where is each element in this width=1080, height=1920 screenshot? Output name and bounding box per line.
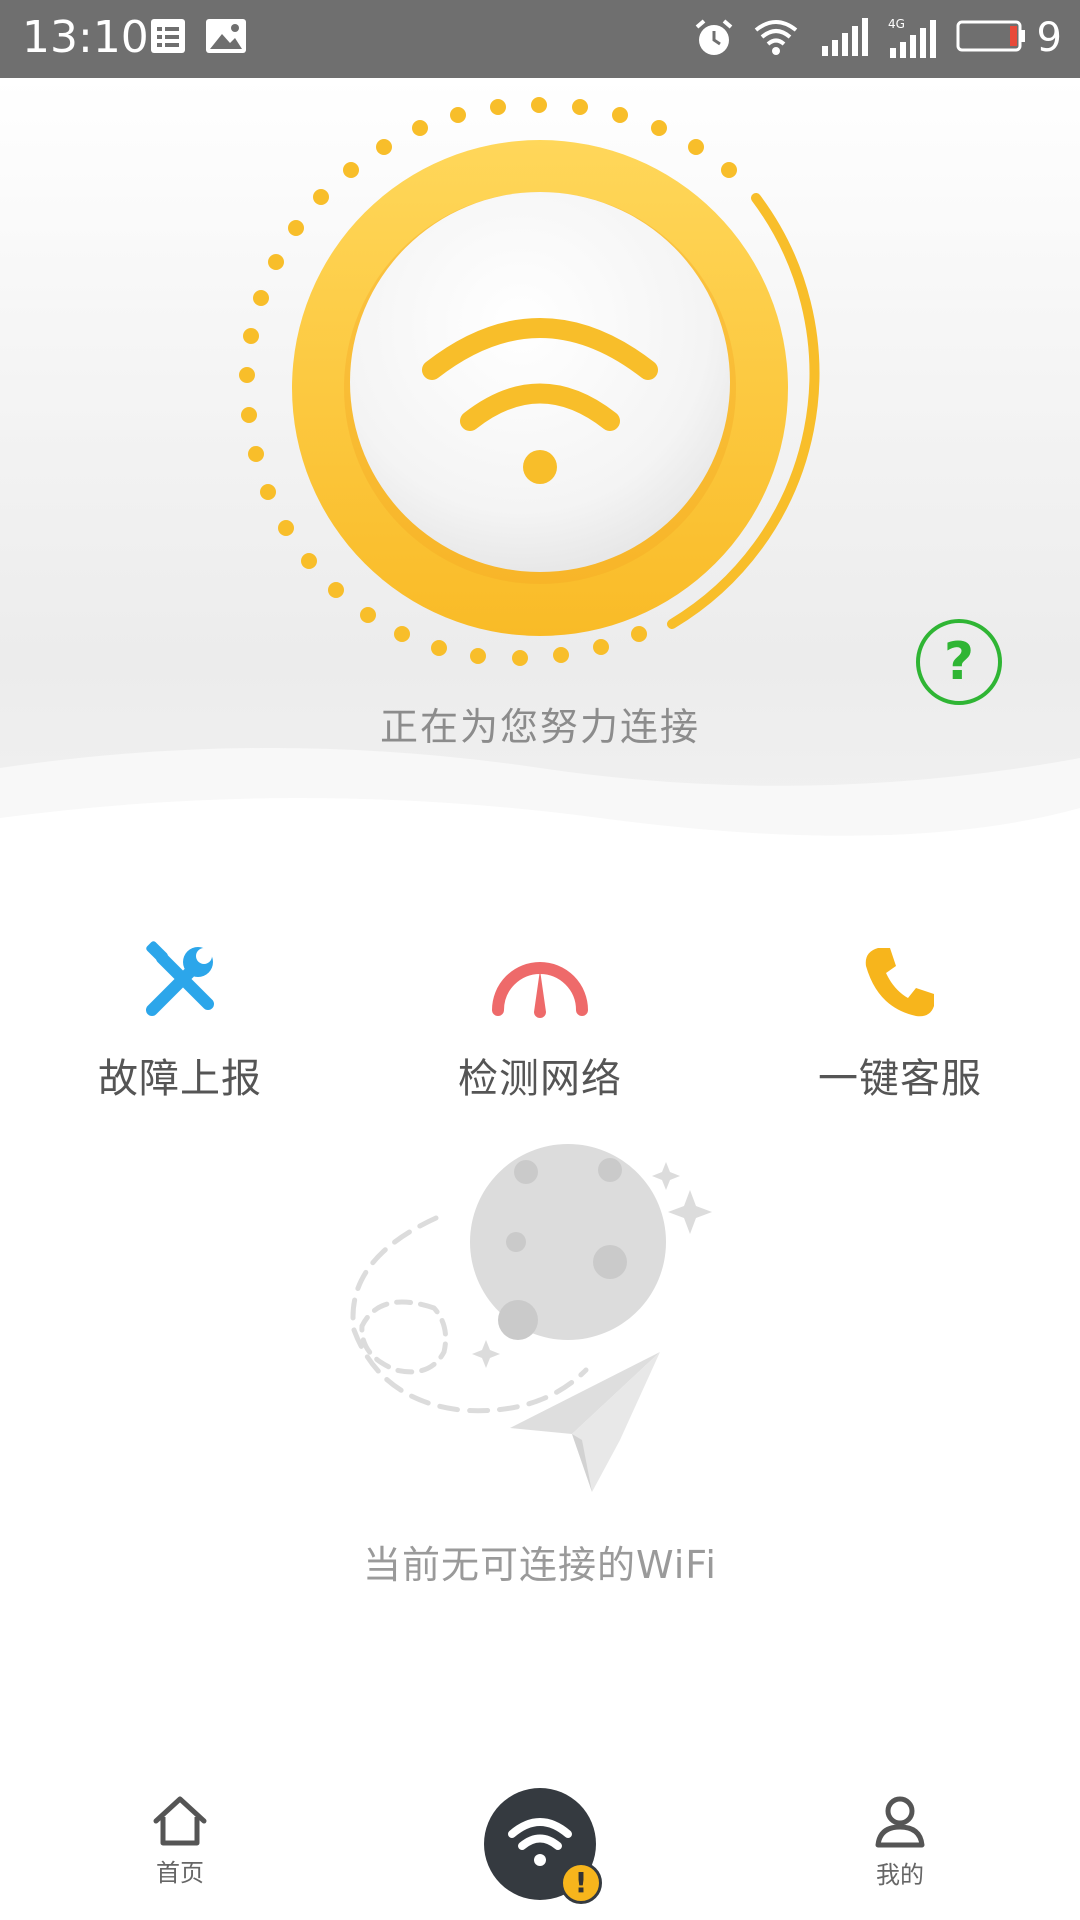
empty-state-text: 当前无可连接的WiFi [363,1543,717,1587]
connecting-ring [0,97,1080,910]
phone-icon [865,948,934,1017]
help-question-icon: ? [943,632,975,692]
status-bar: 13:10 4G 9 [0,0,1080,78]
speedometer-icon [492,962,588,1018]
report-fault-label: 故障上报 [98,1056,262,1102]
svg-text:4G: 4G [888,17,905,31]
notes-icon [151,19,185,53]
tools-icon [146,941,214,1016]
image-icon [206,19,246,53]
signal-icon [822,18,868,56]
customer-service-label: 一键客服 [818,1056,982,1102]
nav-home-label: 首页 [156,1859,204,1887]
nav-wifi[interactable]: ! [484,1788,602,1904]
status-time: 13:10 [22,12,149,63]
connection-hero: 正在为您努力连接 ? [0,78,1080,910]
help-button[interactable]: ? [916,619,1002,705]
customer-service-button[interactable]: 一键客服 [720,940,1080,1104]
nav-profile[interactable]: 我的 [820,1795,980,1890]
network-test-label: 检测网络 [458,1056,622,1102]
connection-status: 正在为您努力连接 [379,705,700,749]
warning-mark: ! [574,1866,588,1899]
network-test-button[interactable]: 检测网络 [360,940,720,1104]
alarm-icon [695,19,733,55]
nav-profile-label: 我的 [876,1861,924,1889]
warning-badge-icon: ! [560,1862,602,1904]
wifi-status-icon [754,20,798,55]
moon-paper-plane-icon [350,1144,712,1492]
signal-4g-icon: 4G [888,17,936,58]
report-fault-button[interactable]: 故障上报 [0,940,360,1104]
battery-icon [956,20,1025,52]
battery-level: 9 [1036,15,1062,61]
user-icon [875,1796,925,1848]
home-icon [153,1796,207,1846]
nav-home[interactable]: 首页 [100,1795,260,1888]
